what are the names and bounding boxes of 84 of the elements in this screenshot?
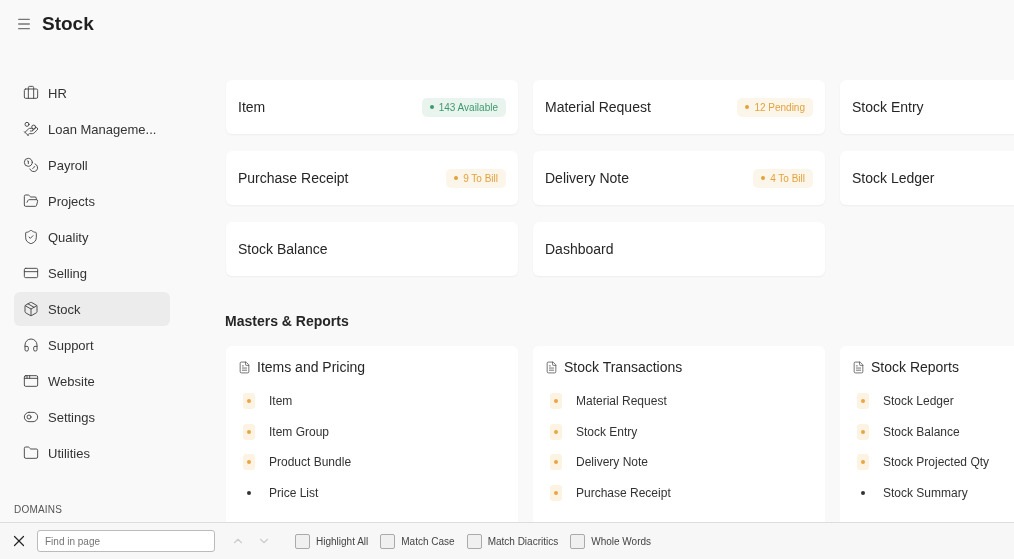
report-link[interactable]: Stock Projected Qty [883, 455, 990, 470]
shortcut-card[interactable]: Purchase Receipt 9 To Bill [226, 151, 518, 205]
sidebar-item-label: Website [48, 373, 95, 389]
shortcut-label: Purchase Receipt [238, 170, 349, 186]
shortcut-card[interactable]: Stock Entry [840, 80, 1014, 134]
coins-icon [23, 157, 39, 173]
checkbox[interactable] [570, 533, 586, 549]
shortcut-card[interactable]: Delivery Note 4 To Bill [533, 151, 825, 205]
report-link[interactable]: Material Request [576, 394, 667, 409]
folder-icon [23, 193, 39, 209]
sidebar-item-label: Projects [48, 193, 95, 209]
page-title: Stock [42, 13, 94, 35]
document-icon [238, 360, 251, 374]
checkbox-label: Match Case [401, 535, 455, 547]
shortcut-label: Dashboard [545, 241, 614, 257]
report-link[interactable]: Product Bundle [269, 455, 352, 470]
sidebar-item[interactable]: HR [14, 76, 170, 110]
folder-icon [23, 445, 39, 461]
report-link[interactable]: Item [269, 394, 293, 409]
sidebar-item-label: Quality [48, 229, 89, 245]
shortcut-card[interactable]: Dashboard [533, 222, 825, 276]
report-link[interactable]: Delivery Note [576, 455, 649, 470]
sidebar-item-label: Stock [48, 301, 81, 317]
sidebar-item[interactable]: Quality [14, 220, 170, 254]
report-link[interactable]: Stock Balance [883, 424, 960, 439]
shortcut-label: Stock Balance [238, 241, 328, 257]
sidebar-item[interactable]: Support [14, 328, 170, 362]
shortcut-label: Stock Ledger [852, 170, 935, 186]
report-link[interactable]: Stock Summary [883, 485, 968, 500]
status-badge: 143 Available [421, 97, 506, 117]
shortcut-card[interactable]: Stock Ledger [840, 151, 1014, 205]
sidebar-item[interactable]: Settings [14, 400, 170, 434]
report-link[interactable]: Stock Entry [576, 424, 638, 439]
section-label: DOMAINS [14, 504, 64, 515]
card-title: Items and Pricing [257, 359, 366, 375]
checkbox[interactable] [380, 533, 396, 549]
sidebar-item[interactable]: Selling [14, 256, 170, 290]
sidebar-item-label: Payroll [48, 157, 88, 173]
report-link[interactable]: Purchase Receipt [576, 485, 671, 500]
headset-icon [23, 337, 39, 353]
status-badge: 9 To Bill [446, 168, 506, 188]
section-heading: Masters & Reports [225, 313, 350, 329]
sidebar-item-label: Support [48, 337, 94, 353]
shortcut-label: Material Request [545, 99, 651, 115]
sidebar-item-label: HR [48, 85, 67, 101]
menu-icon[interactable] [16, 16, 32, 32]
report-link[interactable]: Item Group [269, 424, 330, 439]
card-title: Stock Reports [871, 359, 959, 375]
checkbox[interactable] [466, 533, 482, 549]
briefcase-icon [23, 85, 39, 101]
shortcut-card[interactable]: Item 143 Available [226, 80, 518, 134]
report-link[interactable]: Price List [269, 485, 319, 500]
sidebar-item[interactable]: Projects [14, 184, 170, 218]
sidebar-item[interactable]: Payroll [14, 148, 170, 182]
hand-coins-icon [23, 121, 39, 137]
shortcut-label: Stock Entry [852, 99, 924, 115]
status-badge: 12 Pending [737, 97, 813, 117]
shortcut-card[interactable]: Stock Balance [226, 222, 518, 276]
checkbox-label: Highlight All [316, 535, 369, 547]
sidebar-item-label: Utilities [48, 445, 90, 461]
find-field[interactable]: Find in page [37, 530, 215, 552]
sidebar-item-label: Settings [48, 409, 95, 425]
document-icon [852, 360, 865, 374]
package-icon [23, 301, 39, 317]
sidebar-item[interactable]: Website [14, 364, 170, 398]
card-icon [23, 265, 39, 281]
sidebar-item[interactable]: Loan Manageme... [14, 112, 170, 146]
sidebar-item[interactable]: Utilities [14, 436, 170, 470]
document-icon [545, 360, 558, 374]
checkbox-label: Match Diacritics [487, 535, 559, 547]
report-link[interactable]: Stock Ledger [883, 394, 954, 409]
shortcut-card[interactable]: Material Request 12 Pending [533, 80, 825, 134]
card-title: Stock Transactions [564, 359, 683, 375]
sidebar-item-label: Loan Manageme... [48, 121, 157, 137]
checkbox[interactable] [295, 533, 310, 549]
window-icon [23, 373, 39, 389]
sidebar-item-label: Selling [48, 265, 88, 281]
checkbox-label: Whole Words [591, 535, 652, 547]
sidebar-item[interactable]: Stock [14, 292, 170, 326]
shield-icon [23, 229, 39, 245]
toggle-icon [23, 409, 39, 425]
shortcut-label: Item [238, 99, 266, 115]
status-badge: 4 To Bill [753, 168, 813, 188]
shortcut-label: Delivery Note [545, 170, 630, 186]
